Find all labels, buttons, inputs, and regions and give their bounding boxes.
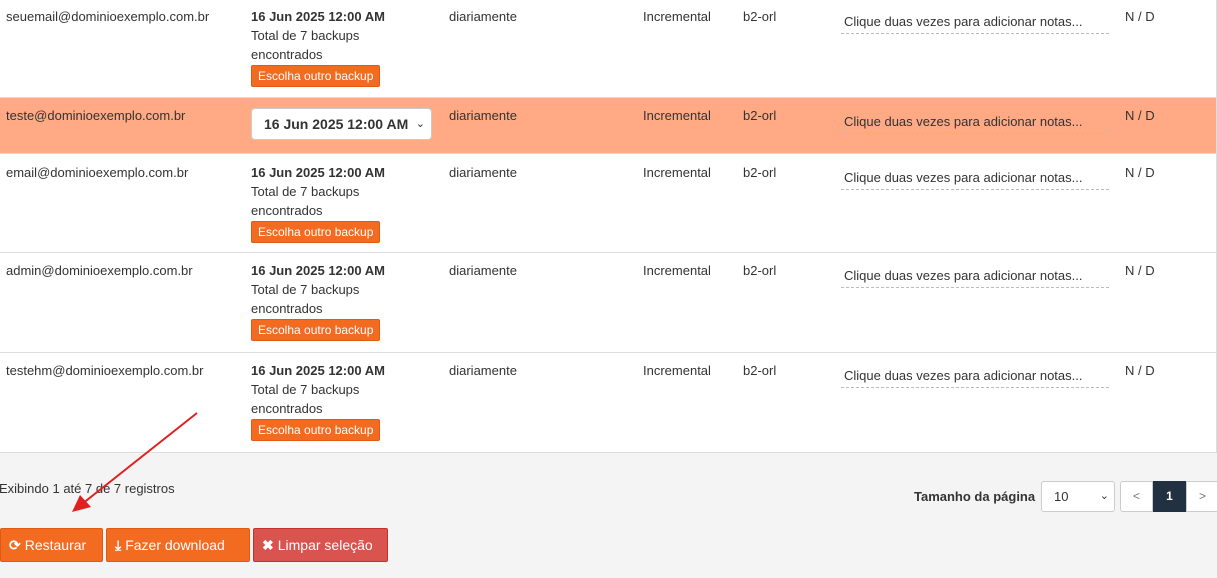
- notes-field[interactable]: Clique duas vezes para adicionar notas..…: [841, 366, 1109, 388]
- backup-type: Incremental: [643, 9, 711, 24]
- backups-count: Total de 7 backups encontrados: [251, 184, 360, 218]
- backup-date: 16 Jun 2025 12:00 AM: [251, 263, 385, 278]
- account-email: admin@dominioexemplo.com.br: [6, 263, 193, 278]
- not-available-value: N / D: [1125, 9, 1155, 24]
- frequency: diariamente: [449, 108, 517, 123]
- frequency: diariamente: [449, 363, 517, 378]
- prev-page-button[interactable]: <: [1120, 481, 1153, 512]
- notes-field[interactable]: Clique duas vezes para adicionar notas..…: [841, 112, 1109, 134]
- backups-count: Total de 7 backups encontrados: [251, 28, 360, 62]
- choose-backup-button[interactable]: Escolha outro backup: [251, 319, 381, 341]
- backup-date: 16 Jun 2025 12:00 AM: [251, 9, 385, 24]
- restore-button[interactable]: ⟳ Restaurar: [0, 528, 103, 562]
- notes-field[interactable]: Clique duas vezes para adicionar notas..…: [841, 168, 1109, 190]
- choose-backup-button[interactable]: Escolha outro backup: [251, 221, 381, 243]
- pagination: < 1 >: [1120, 481, 1217, 512]
- table-row-selected[interactable]: teste@dominioexemplo.com.br 16 Jun 2025 …: [0, 98, 1216, 154]
- backup-date-cell: 16 Jun 2025 12:00 AM Total de 7 backups …: [251, 261, 431, 341]
- clear-label: Limpar seleção: [277, 537, 373, 553]
- not-available-value: N / D: [1125, 363, 1155, 378]
- choose-backup-button[interactable]: Escolha outro backup: [251, 419, 381, 441]
- backups-table: seuemail@dominioexemplo.com.br 16 Jun 20…: [0, 0, 1217, 453]
- backup-date: 16 Jun 2025 12:00 AM: [251, 165, 385, 180]
- backups-count: Total de 7 backups encontrados: [251, 282, 360, 316]
- restore-label: Restaurar: [24, 537, 87, 553]
- close-icon: ✖: [262, 537, 274, 553]
- account-email: testehm@dominioexemplo.com.br: [6, 363, 204, 378]
- backup-date-select-value: 16 Jun 2025 12:00 AM: [264, 116, 409, 132]
- chevron-down-icon: ⌄: [415, 118, 425, 130]
- backup-location: b2-orl: [743, 165, 777, 180]
- next-page-button[interactable]: >: [1186, 481, 1217, 512]
- records-info: Exibindo 1 até 7 de 7 registros: [0, 481, 175, 496]
- backup-location: b2-orl: [743, 9, 777, 24]
- not-available-value: N / D: [1125, 263, 1155, 278]
- page-button-current[interactable]: 1: [1153, 481, 1186, 512]
- download-label: Fazer download: [125, 537, 225, 553]
- page-size-select[interactable]: 10 ⌄: [1041, 481, 1115, 512]
- backup-type: Incremental: [643, 108, 711, 123]
- backups-count: Total de 7 backups encontrados: [251, 382, 360, 416]
- download-icon: ⤓: [115, 537, 122, 553]
- account-email: teste@dominioexemplo.com.br: [6, 108, 186, 123]
- choose-backup-button[interactable]: Escolha outro backup: [251, 65, 381, 87]
- account-email: email@dominioexemplo.com.br: [6, 165, 189, 180]
- backup-type: Incremental: [643, 263, 711, 278]
- table-row[interactable]: testehm@dominioexemplo.com.br 16 Jun 202…: [0, 353, 1216, 453]
- backup-date-cell: 16 Jun 2025 12:00 AM Total de 7 backups …: [251, 7, 431, 87]
- page-size-label: Tamanho da página: [914, 489, 1036, 504]
- backup-date: 16 Jun 2025 12:00 AM: [251, 363, 385, 378]
- frequency: diariamente: [449, 263, 517, 278]
- clear-selection-button[interactable]: ✖ Limpar seleção: [253, 528, 388, 562]
- backup-type: Incremental: [643, 363, 711, 378]
- backup-date-select[interactable]: 16 Jun 2025 12:00 AM ⌄: [251, 108, 432, 140]
- account-email: seuemail@dominioexemplo.com.br: [6, 9, 210, 24]
- backup-location: b2-orl: [743, 363, 777, 378]
- backup-location: b2-orl: [743, 263, 777, 278]
- backup-date-cell: 16 Jun 2025 12:00 AM Total de 7 backups …: [251, 361, 431, 441]
- backup-location: b2-orl: [743, 108, 777, 123]
- notes-field[interactable]: Clique duas vezes para adicionar notas..…: [841, 266, 1109, 288]
- refresh-icon: ⟳: [9, 537, 21, 553]
- backup-type: Incremental: [643, 165, 711, 180]
- table-row[interactable]: seuemail@dominioexemplo.com.br 16 Jun 20…: [0, 0, 1216, 98]
- frequency: diariamente: [449, 9, 517, 24]
- table-row[interactable]: email@dominioexemplo.com.br 16 Jun 2025 …: [0, 154, 1216, 253]
- frequency: diariamente: [449, 165, 517, 180]
- download-button[interactable]: ⤓ Fazer download: [106, 528, 250, 562]
- backup-date-cell: 16 Jun 2025 12:00 AM Total de 7 backups …: [251, 163, 431, 243]
- page-size-value: 10: [1054, 489, 1069, 504]
- not-available-value: N / D: [1125, 108, 1155, 123]
- chevron-down-icon: ⌄: [1099, 490, 1109, 502]
- notes-field[interactable]: Clique duas vezes para adicionar notas..…: [841, 12, 1109, 34]
- table-row[interactable]: admin@dominioexemplo.com.br 16 Jun 2025 …: [0, 253, 1216, 353]
- not-available-value: N / D: [1125, 165, 1155, 180]
